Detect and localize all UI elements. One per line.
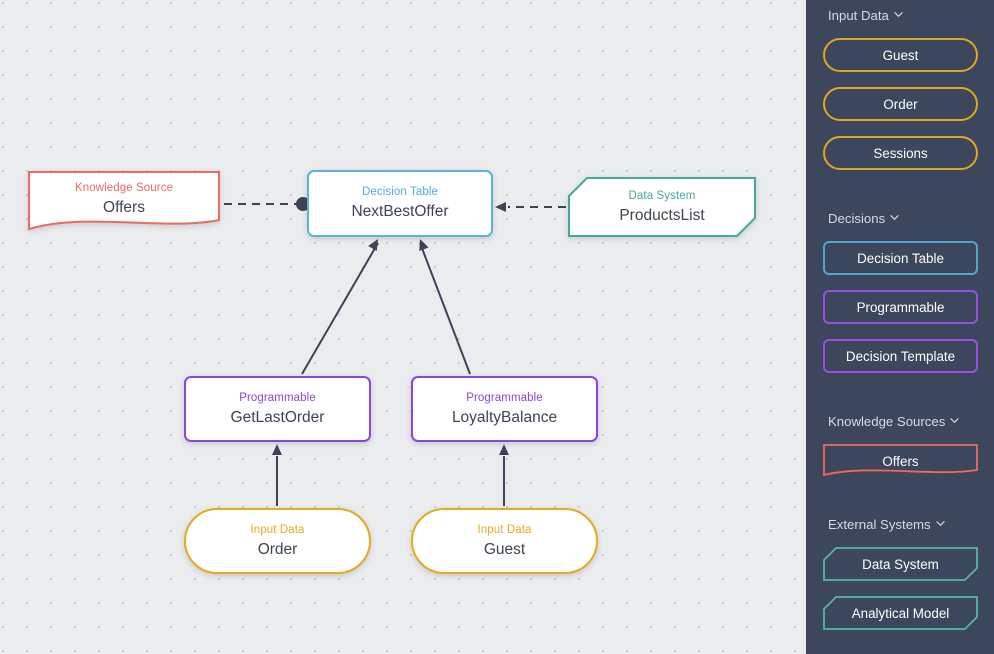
palette-item-sessions[interactable]: Sessions <box>823 136 978 170</box>
edge-offers-to-nextbestoffer[interactable] <box>224 197 310 211</box>
node-kind-label: Knowledge Source <box>74 181 174 194</box>
palette-item-label: Order <box>883 96 918 112</box>
node-order[interactable]: Input Data Order <box>184 508 371 574</box>
node-kind-label: Programmable <box>239 391 316 404</box>
node-kind-label: Programmable <box>466 391 543 404</box>
edge-line <box>419 242 471 375</box>
node-name-label: LoyaltyBalance <box>451 408 558 426</box>
palette-item-analytical-model[interactable]: Analytical Model <box>823 596 978 630</box>
palette-item-offers[interactable]: Offers <box>823 444 978 478</box>
node-name-label: Order <box>257 540 298 558</box>
chevron-down-icon[interactable] <box>894 10 903 19</box>
edge-guest-to-loyaltybalance[interactable] <box>499 444 509 506</box>
edge-arrowhead <box>499 444 509 455</box>
node-name-label: Offers <box>103 198 145 216</box>
node-nextbest[interactable]: Decision Table NextBestOffer <box>307 170 493 237</box>
edge-line <box>301 242 379 375</box>
edge-getlastorder-to-nextbestoffer[interactable] <box>301 239 379 375</box>
palette-section-header-decisions[interactable]: Decisions <box>823 211 899 227</box>
palette-section-title: Knowledge Sources <box>828 414 946 429</box>
palette-item-label: Decision Template <box>845 348 956 364</box>
palette-section-header-input-data[interactable]: Input Data <box>823 8 903 24</box>
palette-sidebar: Input Data Guest Order Sessions Decisions Dec… <box>806 0 994 654</box>
edge-loyaltybalance-to-nextbestoffer[interactable] <box>419 239 471 375</box>
palette-item-programmable[interactable]: Programmable <box>823 290 978 324</box>
node-offers[interactable]: Knowledge Source Offers <box>28 171 220 233</box>
palette-item-guest[interactable]: Guest <box>823 38 978 72</box>
palette-item-label: Decision Table <box>857 250 944 266</box>
diagram-canvas[interactable]: Knowledge Source Offers Decision Table Next… <box>0 0 806 654</box>
edge-arrowhead <box>495 202 506 212</box>
palette-item-data-system[interactable]: Data System <box>823 547 978 581</box>
node-kind-label: Decision Table <box>362 186 438 198</box>
node-getlast[interactable]: Programmable GetLastOrder <box>184 376 371 442</box>
palette-section-title: External Systems <box>828 517 931 532</box>
chevron-down-icon[interactable] <box>935 519 945 528</box>
palette-section-title: Decisions <box>828 211 886 226</box>
node-kind-label: Data System <box>628 189 696 202</box>
chevron-down-icon[interactable] <box>950 416 959 425</box>
node-loyalty[interactable]: Programmable LoyaltyBalance <box>411 376 598 442</box>
palette-section-header-external-systems[interactable]: External Systems <box>823 517 945 533</box>
edge-arrowhead <box>419 239 429 251</box>
palette-item-label: Analytical Model <box>851 605 950 621</box>
palette-item-label: Sessions <box>873 145 928 161</box>
edge-layer <box>224 197 566 506</box>
node-name-label: GetLastOrder <box>230 408 325 426</box>
palette-item-decision-table[interactable]: Decision Table <box>823 241 978 275</box>
palette-section-header-knowledge-sources[interactable]: Knowledge Sources <box>823 414 959 430</box>
node-kind-label: Input Data <box>250 523 305 536</box>
palette-item-label: Programmable <box>856 299 945 315</box>
edge-order-to-getlastorder[interactable] <box>272 444 282 506</box>
node-name-label: ProductsList <box>619 206 705 224</box>
palette-section-title: Input Data <box>828 8 889 23</box>
edge-productslist-to-nextbestoffer[interactable] <box>495 202 566 212</box>
edge-arrowhead <box>272 444 282 455</box>
edge-arrowhead <box>368 239 378 251</box>
node-guest[interactable]: Input Data Guest <box>411 508 598 574</box>
palette-item-label: Data System <box>862 556 939 572</box>
palette-item-order[interactable]: Order <box>823 87 978 121</box>
chevron-down-icon[interactable] <box>890 213 899 222</box>
node-kind-label: Input Data <box>477 523 532 536</box>
node-name-label: NextBestOffer <box>351 203 449 220</box>
palette-item-label: Offers <box>882 453 919 469</box>
palette-item-decision-template[interactable]: Decision Template <box>823 339 978 373</box>
node-name-label: Guest <box>483 540 526 558</box>
palette-item-label: Guest <box>882 47 919 63</box>
node-products[interactable]: Data System ProductsList <box>568 177 756 237</box>
dmn-modeler: Knowledge Source Offers Decision Table Next… <box>0 0 994 654</box>
